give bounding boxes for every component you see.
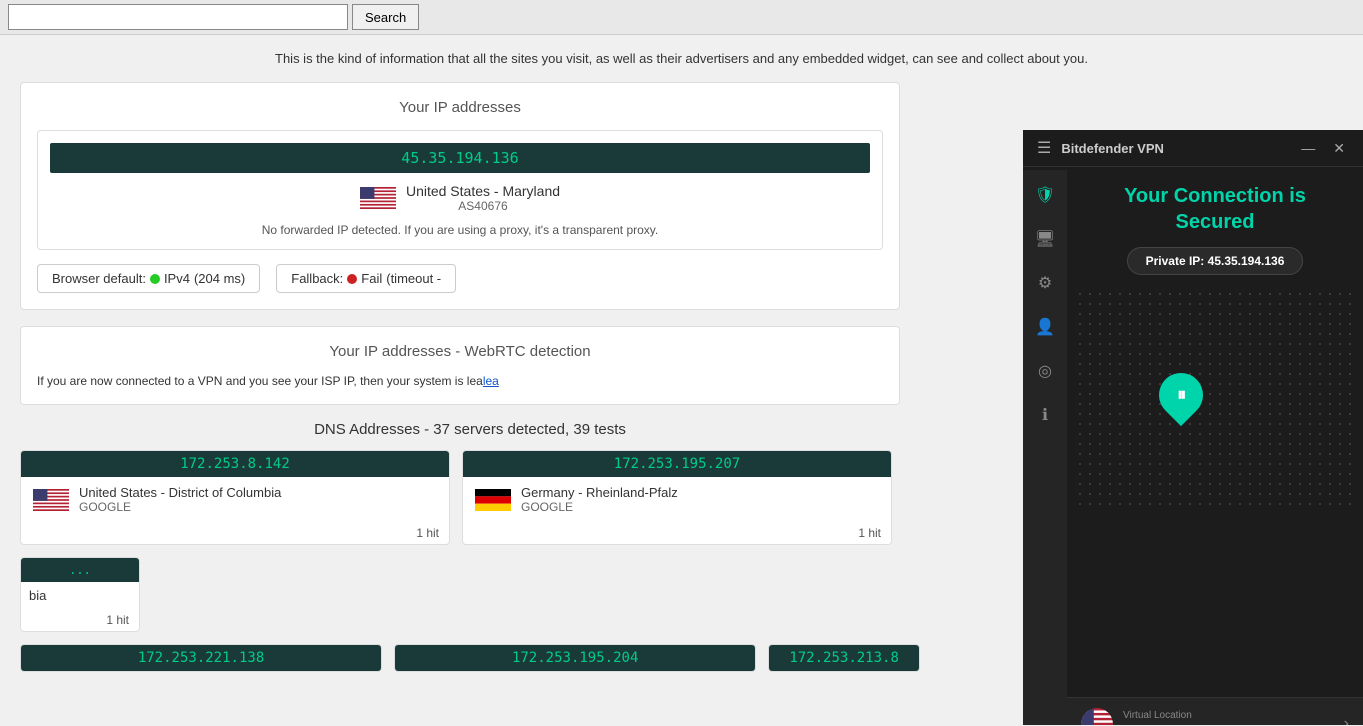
browser-default-badge: Browser default: IPv4 (204 ms) bbox=[37, 264, 260, 293]
dns-hits-1: 1 hit bbox=[21, 522, 449, 544]
webrtc-card: Your IP addresses - WebRTC detection If … bbox=[20, 326, 900, 405]
vpn-close-button[interactable]: ✕ bbox=[1329, 140, 1349, 157]
vpn-sidebar-info[interactable]: ℹ bbox=[1030, 400, 1060, 430]
dns-partial-label: bia bbox=[29, 588, 46, 603]
de-flag-dns2 bbox=[475, 489, 511, 511]
dns-hits-2: 1 hit bbox=[463, 522, 891, 544]
vpn-map-dots: ⏸ bbox=[1075, 289, 1355, 509]
dns-card-2: 172.253.195.207 Germany - Rheinland-Pfal… bbox=[462, 450, 892, 545]
top-search-bar: Search bbox=[0, 0, 1363, 35]
ip-card-title: Your IP addresses bbox=[37, 99, 883, 116]
search-input[interactable] bbox=[8, 4, 348, 30]
dns-location-1: United States - District of Columbia GOO… bbox=[79, 485, 281, 514]
location-row: United States - Maryland AS40676 bbox=[50, 183, 870, 213]
dns-partial-hits: 1 hit bbox=[21, 609, 139, 631]
fail-label: Fail bbox=[361, 271, 382, 286]
vpn-private-ip-badge: Private IP: 45.35.194.136 bbox=[1127, 247, 1304, 275]
vpn-heading: Your Connection isSecured bbox=[1124, 183, 1306, 235]
dns-ip-1: 172.253.8.142 bbox=[21, 451, 449, 477]
dns-ip-2: 172.253.195.207 bbox=[463, 451, 891, 477]
ip-address-bar: 45.35.194.136 bbox=[50, 143, 870, 173]
vpn-location-info: Virtual Location United States bbox=[1123, 710, 1334, 726]
dns-info-1: United States - District of Columbia GOO… bbox=[21, 477, 449, 522]
vpn-ip-value: 45.35.194.136 bbox=[1208, 254, 1285, 268]
vpn-minimize-button[interactable]: — bbox=[1297, 140, 1319, 156]
vpn-location-bar[interactable]: Virtual Location United States › bbox=[1067, 697, 1363, 725]
fallback-label: Fallback: bbox=[291, 271, 343, 286]
webrtc-link[interactable]: lea bbox=[483, 374, 499, 388]
dns-location-2: Germany - Rheinland-Pfalz GOOGLE bbox=[521, 485, 678, 514]
ip-addresses-card: Your IP addresses 45.35.194.136 United S… bbox=[20, 82, 900, 310]
ipv4-ms: (204 ms) bbox=[194, 271, 245, 286]
vpn-chevron-icon: › bbox=[1344, 715, 1349, 725]
us-flag-dns1 bbox=[33, 489, 69, 511]
us-flag-vpn bbox=[1081, 708, 1113, 725]
dns-grid-row1: 172.253.8.142 United States - District o… bbox=[20, 450, 920, 632]
vpn-sidebar-gear[interactable]: ⚙ bbox=[1030, 268, 1060, 298]
search-button[interactable]: Search bbox=[352, 4, 419, 30]
fail-red-dot bbox=[347, 274, 357, 284]
dns-card-4: 172.253.195.204 bbox=[394, 644, 756, 672]
dns-info-2: Germany - Rheinland-Pfalz GOOGLE bbox=[463, 477, 891, 522]
ipv4-green-dot bbox=[150, 274, 160, 284]
webrtc-text: If you are now connected to a VPN and yo… bbox=[37, 374, 883, 388]
vpn-pin-pause-icon: ⏸ bbox=[1177, 384, 1186, 405]
dns-grid-row2: 172.253.221.138 172.253.195.204 172.253.… bbox=[20, 644, 920, 672]
fallback-badge: Fallback: Fail (timeout - bbox=[276, 264, 456, 293]
ip-box: 45.35.194.136 United States - Maryland A… bbox=[37, 130, 883, 250]
vpn-sidebar-person[interactable]: 👤 bbox=[1030, 312, 1060, 342]
fail-detail: (timeout - bbox=[386, 271, 441, 286]
vpn-panel: ☰ Bitdefender VPN — ✕ 🛡 🖥 ⚙ 👤 ◎ ℹ Your C… bbox=[1023, 130, 1363, 725]
vpn-sidebar: 🛡 🖥 ⚙ 👤 ◎ ℹ bbox=[1023, 170, 1067, 725]
ipv4-label: IPv4 bbox=[164, 271, 190, 286]
dns-ip-partial: ... bbox=[21, 558, 139, 582]
dns-ip-4: 172.253.195.204 bbox=[395, 645, 755, 671]
main-content: This is the kind of information that all… bbox=[0, 35, 1363, 725]
vpn-location-pin: ⏸ bbox=[1159, 373, 1203, 417]
vpn-sidebar-shield[interactable]: 🛡 bbox=[1030, 180, 1060, 210]
vpn-menu-icon[interactable]: ☰ bbox=[1037, 138, 1051, 158]
dns-section: DNS Addresses - 37 servers detected, 39 … bbox=[20, 421, 920, 672]
us-flag bbox=[360, 187, 396, 209]
webrtc-title: Your IP addresses - WebRTC detection bbox=[37, 343, 883, 360]
vpn-map: ⏸ bbox=[1075, 289, 1355, 509]
dns-card-5: 172.253.213.8 bbox=[768, 644, 920, 672]
proxy-text: No forwarded IP detected. If you are usi… bbox=[50, 223, 870, 237]
dns-title: DNS Addresses - 37 servers detected, 39 … bbox=[20, 421, 920, 438]
vpn-sidebar-monitor[interactable]: 🖥 bbox=[1030, 224, 1060, 254]
vpn-main-content: Your Connection isSecured Private IP: 45… bbox=[1067, 167, 1363, 725]
status-row: Browser default: IPv4 (204 ms) Fallback:… bbox=[37, 264, 883, 293]
dns-card-partial-right: ... bia 1 hit bbox=[20, 557, 140, 632]
browser-default-label: Browser default: bbox=[52, 271, 146, 286]
vpn-virtual-location-label: Virtual Location bbox=[1123, 710, 1334, 721]
info-text: This is the kind of information that all… bbox=[20, 51, 1343, 66]
vpn-app-name: Bitdefender VPN bbox=[1061, 141, 1164, 156]
dns-ip-3: 172.253.221.138 bbox=[21, 645, 381, 671]
location-name: United States - Maryland AS40676 bbox=[406, 183, 560, 213]
dns-card-3: 172.253.221.138 bbox=[20, 644, 382, 672]
dns-card-1: 172.253.8.142 United States - District o… bbox=[20, 450, 450, 545]
vpn-sidebar-circle[interactable]: ◎ bbox=[1030, 356, 1060, 386]
dns-ip-5: 172.253.213.8 bbox=[769, 645, 919, 671]
vpn-controls: — ✕ bbox=[1297, 140, 1349, 157]
vpn-titlebar: ☰ Bitdefender VPN — ✕ bbox=[1023, 130, 1363, 167]
vpn-location-country: United States bbox=[1123, 723, 1334, 726]
vpn-location-flag bbox=[1081, 708, 1113, 725]
